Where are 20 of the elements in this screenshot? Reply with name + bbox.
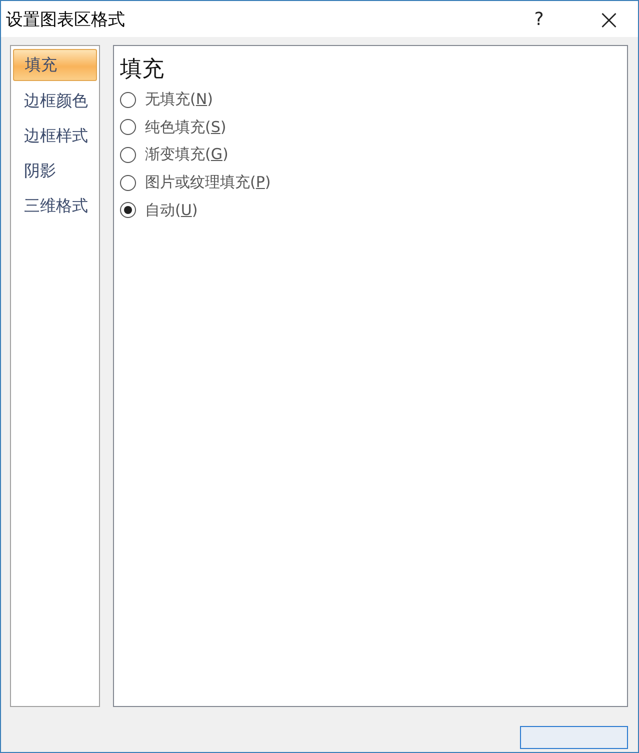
section-heading: 填充 (120, 56, 165, 84)
radio-button[interactable] (120, 146, 136, 163)
sidebar-item[interactable]: 阴影 (13, 156, 97, 186)
option-label: 无填充(N) (145, 90, 213, 110)
radio-button[interactable] (120, 119, 136, 136)
close-button[interactable]: × (586, 2, 632, 36)
radio-button[interactable] (120, 92, 136, 108)
sidebar-item[interactable]: 边框颜色 (13, 86, 97, 116)
help-button[interactable]: ? (516, 2, 562, 36)
window-title: 设置图表区格式 (6, 8, 126, 30)
option-label: 纯色填充(S) (145, 118, 226, 137)
sidebar-item[interactable]: 边框样式 (13, 121, 97, 151)
option-label: 图片或纹理填充(P) (145, 173, 271, 192)
radio-button[interactable] (120, 174, 136, 191)
dialog-button[interactable] (520, 726, 628, 749)
option-label: 渐变填充(G) (145, 145, 228, 164)
sidebar-item[interactable]: 三维格式 (13, 191, 97, 221)
option-label: 自动(U) (145, 200, 198, 220)
radio-button[interactable] (120, 202, 136, 218)
sidebar-item[interactable]: 填充 (13, 49, 97, 81)
